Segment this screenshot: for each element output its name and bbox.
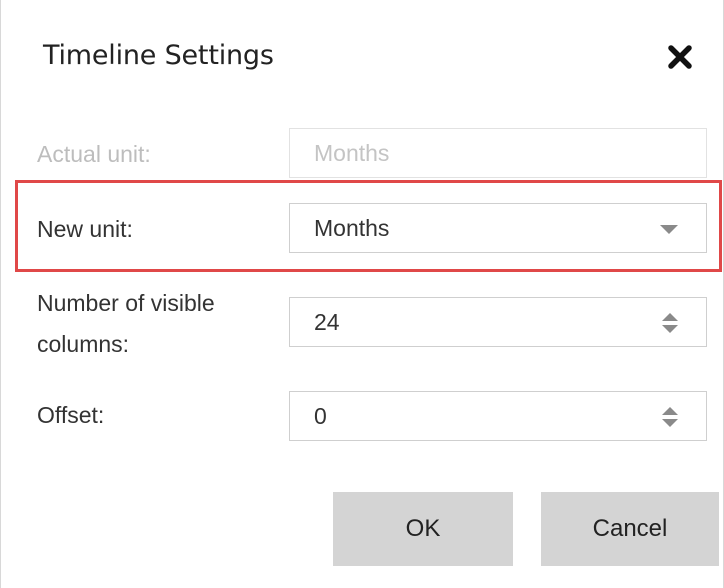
spinner-arrows-icon[interactable] [662, 407, 680, 429]
new-unit-value: Months [314, 215, 390, 241]
spinner-up-icon[interactable] [662, 313, 678, 321]
visible-columns-value: 24 [314, 309, 340, 335]
actual-unit-field: Months [289, 128, 707, 178]
visible-columns-label-line2: columns: [37, 331, 130, 357]
offset-spinner[interactable]: 0 [289, 391, 707, 441]
visible-columns-spinner[interactable]: 24 [289, 297, 707, 347]
close-icon[interactable] [665, 42, 695, 72]
spinner-down-icon[interactable] [662, 419, 678, 427]
actual-unit-label: Actual unit: [37, 141, 151, 167]
new-unit-dropdown[interactable]: Months [289, 203, 707, 253]
cancel-button[interactable]: Cancel [541, 492, 719, 566]
timeline-settings-dialog: Timeline Settings Actual unit: Months Ne… [0, 0, 724, 588]
spinner-down-icon[interactable] [662, 325, 678, 333]
visible-columns-label-line1: Number of visible [37, 290, 215, 316]
chevron-down-icon [660, 225, 678, 234]
offset-label: Offset: [37, 402, 105, 428]
spinner-arrows-icon[interactable] [662, 313, 680, 335]
new-unit-label: New unit: [37, 216, 133, 242]
ok-button[interactable]: OK [333, 492, 513, 566]
spinner-up-icon[interactable] [662, 407, 678, 415]
dialog-title: Timeline Settings [43, 40, 274, 71]
offset-value: 0 [314, 403, 327, 429]
actual-unit-value: Months [314, 140, 390, 166]
